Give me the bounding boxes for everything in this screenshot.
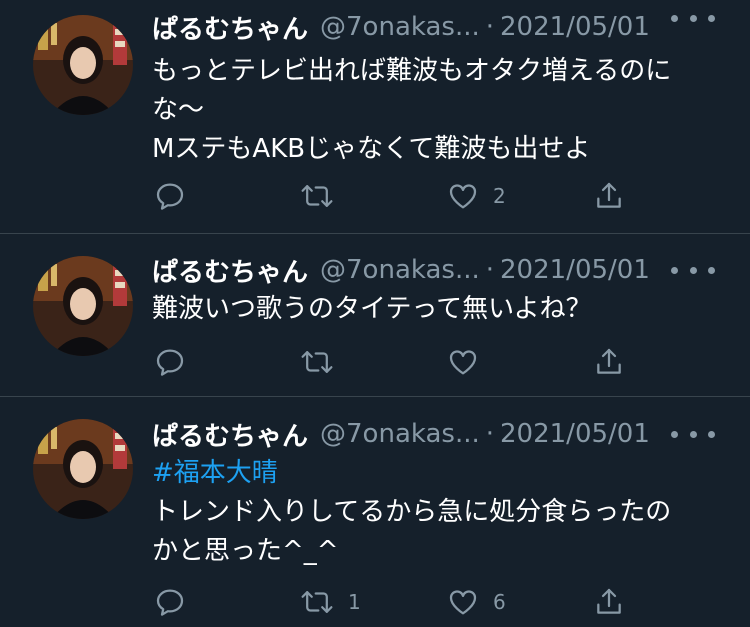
- avatar[interactable]: [33, 15, 133, 115]
- tweet-date[interactable]: 2021/05/01: [500, 255, 650, 285]
- tweet-text-line: 難波いつ歌うのタイテって無いよね？: [152, 294, 592, 324]
- reply-icon: [156, 183, 184, 210]
- like-icon: [449, 350, 477, 375]
- tweet-text: 難波いつ歌うのタイテって無いよね？: [152, 290, 732, 329]
- avatar[interactable]: [33, 256, 133, 356]
- tweet[interactable]: ぱるむちゃん @7onakas... · 2021/05/01 #福本大晴 トレ…: [0, 397, 750, 627]
- like-count: 2: [493, 184, 506, 208]
- like-icon: [449, 184, 477, 209]
- like-icon: [449, 590, 477, 615]
- display-name[interactable]: ぱるむちゃん: [152, 416, 308, 453]
- more-icon[interactable]: [671, 258, 715, 282]
- share-icon: [597, 182, 621, 208]
- reply-button[interactable]: [154, 584, 200, 620]
- retweet-button[interactable]: [300, 178, 348, 214]
- hashtag-link[interactable]: #福本大晴: [152, 454, 732, 493]
- retweet-icon: [301, 591, 333, 613]
- share-icon: [597, 348, 621, 374]
- tweet-header: ぱるむちゃん @7onakas... · 2021/05/01: [152, 8, 650, 46]
- like-button[interactable]: 6: [447, 584, 506, 620]
- reply-icon: [156, 589, 184, 616]
- share-button[interactable]: [593, 584, 625, 620]
- like-count: 6: [493, 590, 506, 614]
- tweet-text-line: トレンド入りしてるから急に処分食らったの: [152, 497, 672, 527]
- retweet-button[interactable]: 1: [300, 584, 361, 620]
- tweet-text: #福本大晴 トレンド入りしてるから急に処分食らったの かと思った^_^: [152, 454, 732, 571]
- display-name[interactable]: ぱるむちゃん: [152, 252, 308, 289]
- separator-dot: ·: [485, 12, 495, 42]
- action-bar: 1 6: [0, 584, 750, 620]
- retweet-count: 1: [348, 590, 361, 614]
- tweet-text-line: かと思った^_^: [152, 536, 339, 566]
- share-button[interactable]: [593, 178, 625, 214]
- avatar[interactable]: [33, 419, 133, 519]
- retweet-button[interactable]: [300, 344, 348, 380]
- retweet-icon: [301, 351, 333, 373]
- share-button[interactable]: [593, 344, 625, 380]
- tweet-header: ぱるむちゃん @7onakas... · 2021/05/01: [152, 415, 650, 453]
- tweet-text-line: MステもAKBじゃなくて難波も出せよ: [152, 134, 591, 164]
- tweet-date[interactable]: 2021/05/01: [500, 419, 650, 449]
- tweet[interactable]: ぱるむちゃん @7onakas... · 2021/05/01 もっとテレビ出れ…: [0, 0, 750, 234]
- reply-button[interactable]: [154, 344, 200, 380]
- display-name[interactable]: ぱるむちゃん: [152, 9, 308, 46]
- tweet-text-line: な〜: [152, 95, 205, 125]
- more-icon[interactable]: [671, 6, 715, 30]
- tweet-text-line: もっとテレビ出れば難波もオタク増えるのに: [152, 56, 672, 86]
- tweet-header: ぱるむちゃん @7onakas... · 2021/05/01: [152, 251, 650, 289]
- tweet[interactable]: ぱるむちゃん @7onakas... · 2021/05/01 難波いつ歌うのタ…: [0, 234, 750, 397]
- user-handle[interactable]: @7onakas...: [320, 12, 480, 42]
- retweet-icon: [301, 185, 333, 207]
- like-button[interactable]: 2: [447, 178, 506, 214]
- action-bar: [0, 344, 750, 380]
- reply-icon: [156, 349, 184, 376]
- more-icon[interactable]: [671, 422, 715, 446]
- like-button[interactable]: [447, 344, 493, 380]
- reply-button[interactable]: [154, 178, 200, 214]
- separator-dot: ·: [485, 419, 495, 449]
- user-handle[interactable]: @7onakas...: [320, 255, 480, 285]
- share-icon: [597, 588, 621, 614]
- tweet-date[interactable]: 2021/05/01: [500, 12, 650, 42]
- action-bar: 2: [0, 178, 750, 214]
- separator-dot: ·: [485, 255, 495, 285]
- tweet-text: もっとテレビ出れば難波もオタク増えるのに な〜 MステもAKBじゃなくて難波も出…: [152, 52, 732, 169]
- user-handle[interactable]: @7onakas...: [320, 419, 480, 449]
